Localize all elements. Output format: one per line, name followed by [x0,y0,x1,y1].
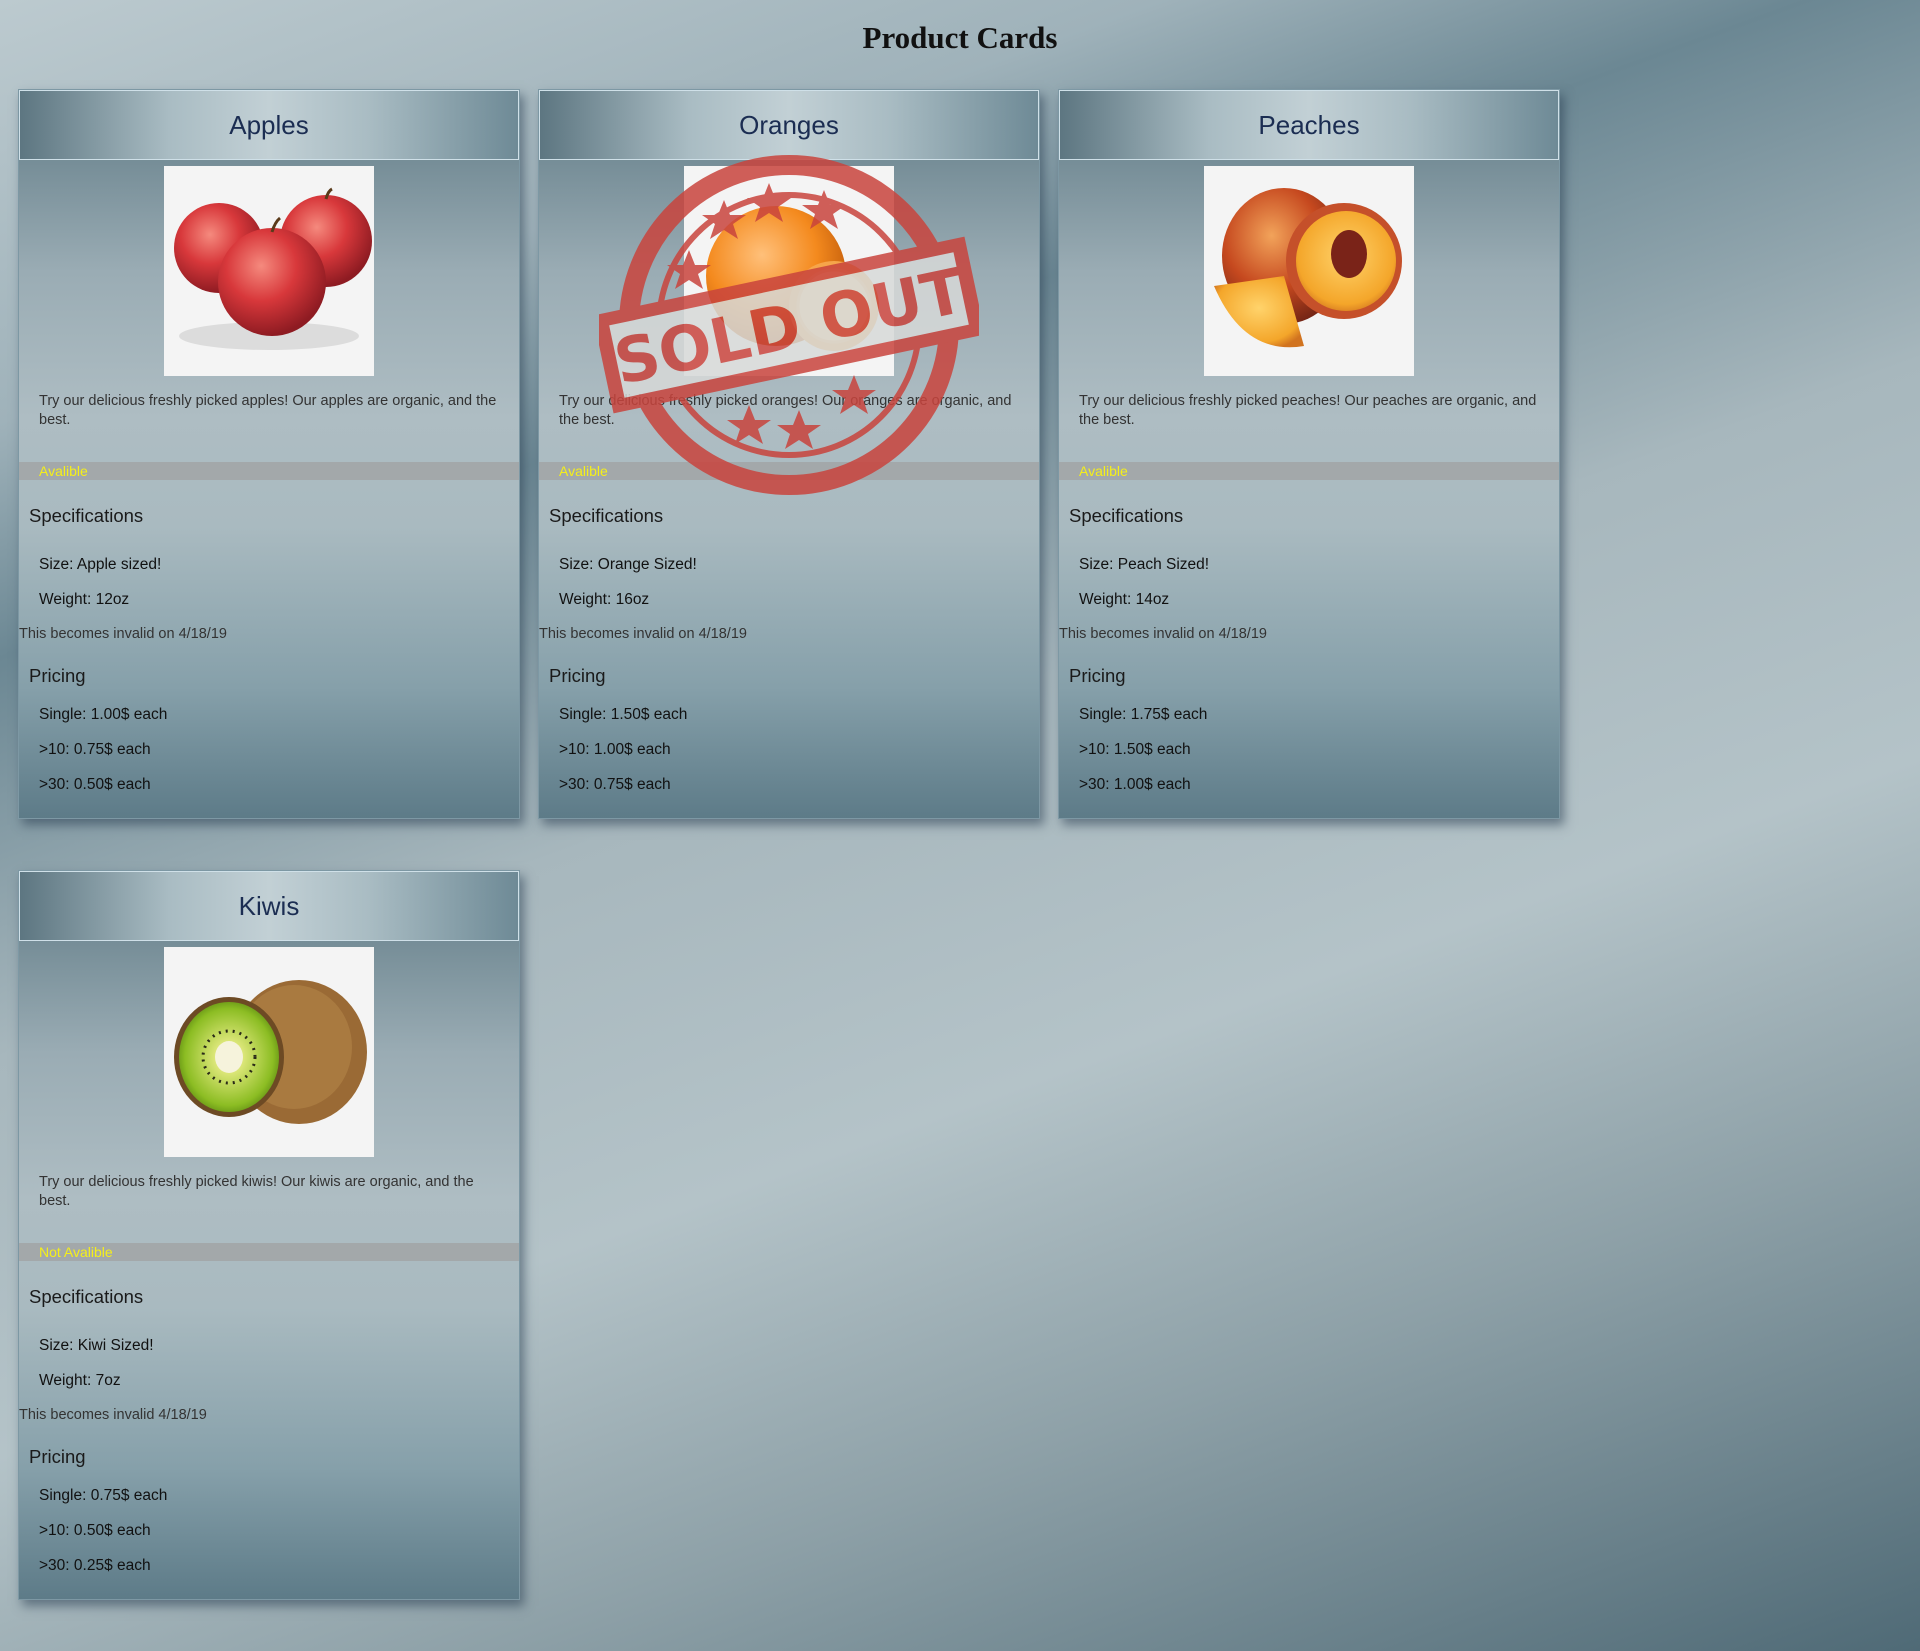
spec-weight: Weight: 7oz [39,1372,121,1389]
product-card-peaches: Peaches Try our delicious freshly picked… [1058,89,1560,819]
price-over-10: >10: 1.00$ each [559,741,671,758]
status-badge: Avalible [1059,462,1559,480]
spec-size: Size: Peach Sized! [1079,556,1210,573]
product-card-kiwis: Kiwis Try our delicious freshly picked k… [18,870,520,1600]
price-over-30: >30: 0.25$ each [39,1557,151,1574]
specifications-heading: Specifications [29,505,144,526]
specifications-heading: Specifications [29,1286,144,1307]
card-description: Try our delicious freshly picked apples!… [39,393,497,428]
price-single: Single: 0.75$ each [39,1487,168,1504]
validity-note: This becomes invalid on 4/18/19 [1059,626,1267,642]
price-over-30: >30: 1.00$ each [1079,776,1191,793]
pricing-heading: Pricing [29,1446,86,1467]
spec-weight: Weight: 14oz [1079,591,1170,608]
card-description: Try our delicious freshly picked kiwis! … [39,1174,474,1209]
card-title: Apples [19,90,519,160]
validity-note: This becomes invalid on 4/18/19 [19,626,227,642]
price-over-30: >30: 0.75$ each [559,776,671,793]
pricing-heading: Pricing [549,665,606,686]
price-over-10: >10: 0.75$ each [39,741,151,758]
spec-size: Size: Orange Sized! [559,556,697,573]
spec-size: Size: Apple sized! [39,556,162,573]
pricing-heading: Pricing [1069,665,1126,686]
apples-image [164,166,374,376]
price-over-30: >30: 0.50$ each [39,776,151,793]
price-over-10: >10: 0.50$ each [39,1522,151,1539]
price-over-10: >10: 1.50$ each [1079,741,1191,758]
card-title: Peaches [1059,90,1559,160]
price-single: Single: 1.75$ each [1079,706,1208,723]
peaches-image [1204,166,1414,376]
spec-weight: Weight: 16oz [559,591,650,608]
status-badge: Avalible [19,462,519,480]
product-card-oranges: Oranges Try our delicious freshly picked… [538,89,1040,819]
card-title: Kiwis [19,871,519,941]
validity-note: This becomes invalid 4/18/19 [19,1407,207,1423]
card-title: Oranges [539,90,1039,160]
spec-size: Size: Kiwi Sized! [39,1337,154,1354]
specifications-heading: Specifications [1069,505,1184,526]
kiwi-image [164,947,374,1157]
page-title: Product Cards [862,20,1058,55]
spec-weight: Weight: 12oz [39,591,130,608]
card-description: Try our delicious freshly picked peaches… [1079,393,1537,428]
validity-note: This becomes invalid on 4/18/19 [539,626,747,642]
status-badge: Not Avalible [19,1243,519,1261]
pricing-heading: Pricing [29,665,86,686]
product-card-apples: Apples Try our delicious freshly picked … [18,89,520,819]
sold-out-stamp: SOLD OUT [599,155,979,495]
price-single: Single: 1.50$ each [559,706,688,723]
specifications-heading: Specifications [549,505,664,526]
price-single: Single: 1.00$ each [39,706,168,723]
